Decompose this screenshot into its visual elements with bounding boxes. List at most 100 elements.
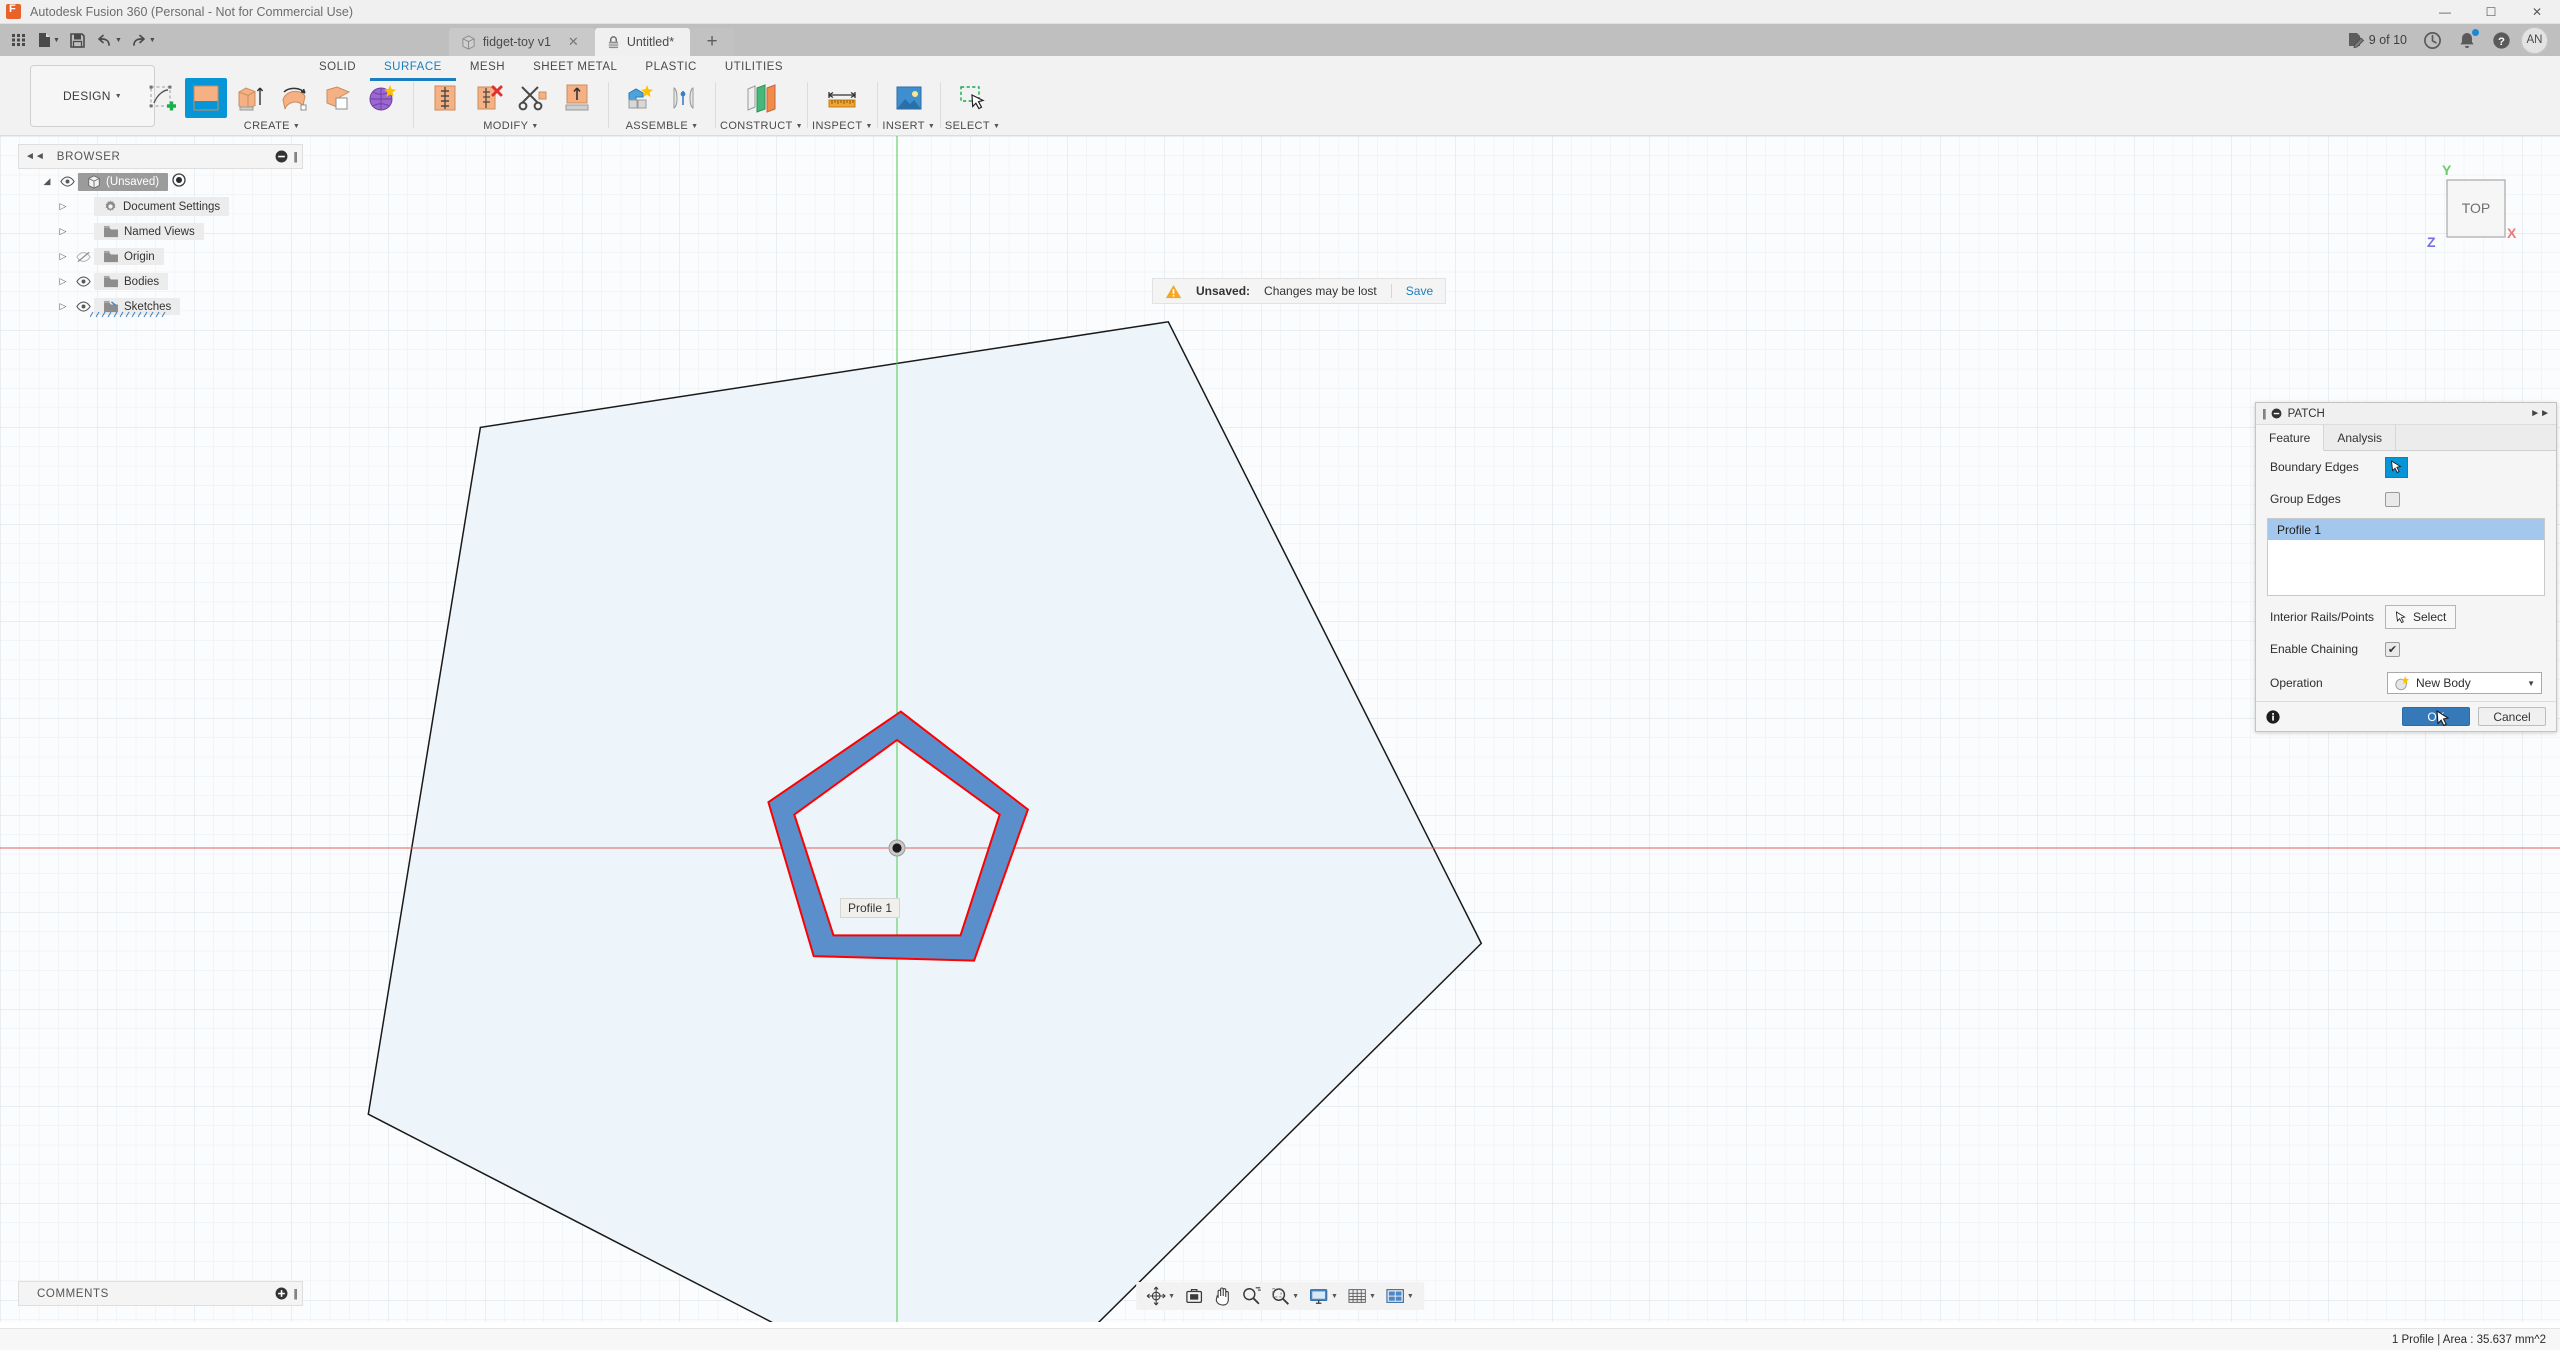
cancel-button[interactable]: Cancel — [2478, 707, 2546, 726]
visibility-hidden-eye-icon[interactable] — [72, 251, 94, 263]
insert-canvas-tool[interactable] — [888, 78, 930, 118]
document-tab-fidget-toy[interactable]: fidget-toy v1 ✕ — [449, 28, 595, 56]
boundary-edges-select-button[interactable] — [2385, 457, 2408, 478]
interior-rails-row: Interior Rails/Points Select — [2256, 601, 2556, 633]
tree-row[interactable]: ▷ Named Views — [18, 219, 303, 244]
ribbon-group-label[interactable]: ASSEMBLE ▼ — [626, 118, 699, 134]
ribbon-group-label[interactable]: INSPECT ▼ — [812, 118, 873, 134]
drag-grip-icon[interactable]: ||| — [2262, 408, 2265, 420]
selection-list[interactable]: Profile 1 — [2267, 518, 2545, 596]
info-circle-icon[interactable] — [2266, 710, 2280, 724]
extend-tool[interactable] — [556, 78, 598, 118]
expander-expanded-icon[interactable]: ◢ — [38, 176, 56, 187]
notifications-button[interactable] — [2452, 27, 2482, 53]
minus-circle-icon[interactable] — [2271, 408, 2282, 419]
chevron-down-icon: ▼ — [149, 37, 156, 44]
close-window-button[interactable]: ✕ — [2514, 0, 2560, 24]
display-settings-button[interactable]: ▼ — [1304, 1283, 1342, 1309]
orbit-button[interactable]: ▼ — [1142, 1283, 1179, 1309]
quick-access-toolbar: ▼ ▼ ▼ fidget-toy v1 ✕ Untitled* + 9 of — [0, 24, 2560, 56]
chevron-down-icon: ▼ — [531, 123, 538, 130]
plus-circle-icon[interactable] — [275, 1287, 288, 1300]
group-edges-label: Group Edges — [2270, 492, 2385, 506]
drag-grip-icon[interactable]: ||| — [293, 151, 296, 163]
visibility-eye-icon[interactable] — [56, 176, 78, 187]
select-tool[interactable] — [952, 78, 994, 118]
app-grid-button[interactable] — [6, 27, 32, 53]
trim-tool[interactable] — [512, 78, 554, 118]
tree-row[interactable]: ▷ Origin — [18, 244, 303, 269]
avatar[interactable]: AN — [2521, 27, 2548, 54]
enable-chaining-checkbox[interactable]: ✔ — [2385, 642, 2400, 657]
job-status-indicator[interactable]: 9 of 10 — [2341, 27, 2413, 53]
ribbon-separator — [413, 82, 414, 128]
tree-row[interactable]: ▷ Document Settings — [18, 194, 303, 219]
minimize-button[interactable]: — — [2422, 0, 2468, 24]
minus-circle-icon[interactable] — [275, 150, 288, 163]
tab-analysis[interactable]: Analysis — [2324, 425, 2396, 450]
view-cube[interactable]: TOP Y Z X — [2415, 158, 2525, 258]
ribbon-group-inspect: INSPECT ▼ — [812, 78, 873, 136]
offset-surface-tool[interactable] — [317, 78, 359, 118]
offset-plane-tool[interactable] — [741, 78, 783, 118]
pan-button[interactable] — [1209, 1283, 1236, 1309]
create-form-tool[interactable] — [361, 78, 403, 118]
expand-right-icon[interactable]: ►► — [2530, 408, 2550, 419]
fit-button[interactable]: ▼ — [1266, 1283, 1303, 1309]
expander-collapsed-icon[interactable]: ▷ — [54, 276, 72, 287]
operation-dropdown[interactable]: New Body ▼ — [2387, 672, 2542, 694]
drag-grip-icon[interactable]: ||| — [293, 1288, 296, 1300]
view-cube-face-label: TOP — [2462, 200, 2491, 216]
svg-text:?: ? — [2498, 35, 2505, 47]
collapse-left-icon[interactable]: ◄◄ — [25, 151, 45, 162]
tree-row[interactable]: ◢ (Unsaved) — [18, 169, 303, 194]
new-tab-button[interactable]: + — [690, 28, 734, 56]
save-button[interactable] — [65, 27, 91, 53]
zoom-button[interactable] — [1237, 1283, 1265, 1309]
save-link[interactable]: Save — [1391, 284, 1433, 298]
document-tab-untitled[interactable]: Untitled* — [595, 28, 690, 56]
extrude-tool[interactable] — [229, 78, 271, 118]
expander-collapsed-icon[interactable]: ▷ — [54, 201, 72, 212]
expander-collapsed-icon[interactable]: ▷ — [54, 251, 72, 262]
redo-button[interactable]: ▼ — [127, 27, 159, 53]
expander-collapsed-icon[interactable]: ▷ — [54, 301, 72, 312]
ribbon-group-label[interactable]: SELECT ▼ — [945, 118, 1001, 134]
stitch-tool[interactable] — [424, 78, 466, 118]
group-edges-checkbox[interactable] — [2385, 492, 2400, 507]
help-button[interactable]: ? — [2486, 27, 2517, 53]
new-component-tool[interactable] — [619, 78, 661, 118]
patch-tool[interactable] — [185, 78, 227, 118]
document-tab-label: Untitled* — [627, 35, 674, 49]
interior-rails-select-button[interactable]: Select — [2385, 605, 2456, 629]
revolve-tool[interactable] — [273, 78, 315, 118]
ribbon-group-label[interactable]: MODIFY ▼ — [483, 118, 539, 134]
modeling-canvas[interactable]: ◄◄ BROWSER ||| ◢ (Unsaved) — [0, 136, 2560, 1322]
new-file-button[interactable]: ▼ — [34, 27, 63, 53]
maximize-button[interactable]: ☐ — [2468, 0, 2514, 24]
create-sketch-tool[interactable] — [141, 78, 183, 118]
viewports-button[interactable]: ▼ — [1381, 1283, 1418, 1309]
ribbon-group-label[interactable]: CONSTRUCT ▼ — [720, 118, 803, 134]
grid-snaps-button[interactable]: ▼ — [1343, 1283, 1380, 1309]
close-tab-icon[interactable]: ✕ — [568, 34, 579, 50]
tree-row[interactable]: ▷ Sketches — [18, 294, 303, 319]
ribbon-group-label[interactable]: CREATE ▼ — [244, 118, 301, 134]
ribbon-group-label[interactable]: INSERT ▼ — [882, 118, 935, 134]
measure-tool[interactable] — [821, 78, 863, 118]
tab-feature[interactable]: Feature — [2256, 425, 2324, 451]
unstitch-tool[interactable] — [468, 78, 510, 118]
visibility-eye-icon[interactable] — [72, 276, 94, 287]
expander-collapsed-icon[interactable]: ▷ — [54, 226, 72, 237]
activate-component-radio[interactable] — [172, 173, 186, 190]
hand-pan-icon — [1213, 1286, 1232, 1306]
look-at-button[interactable] — [1180, 1283, 1208, 1309]
tree-item-root: (Unsaved) — [78, 173, 168, 191]
joint-tool[interactable] — [663, 78, 705, 118]
tree-row[interactable]: ▷ Bodies — [18, 269, 303, 294]
version-history-button[interactable] — [2417, 27, 2448, 53]
boundary-edges-row: Boundary Edges — [2256, 451, 2556, 483]
list-item[interactable]: Profile 1 — [2268, 519, 2544, 540]
undo-button[interactable]: ▼ — [93, 27, 125, 53]
unsaved-banner: Unsaved: Changes may be lost Save — [1152, 278, 1446, 304]
